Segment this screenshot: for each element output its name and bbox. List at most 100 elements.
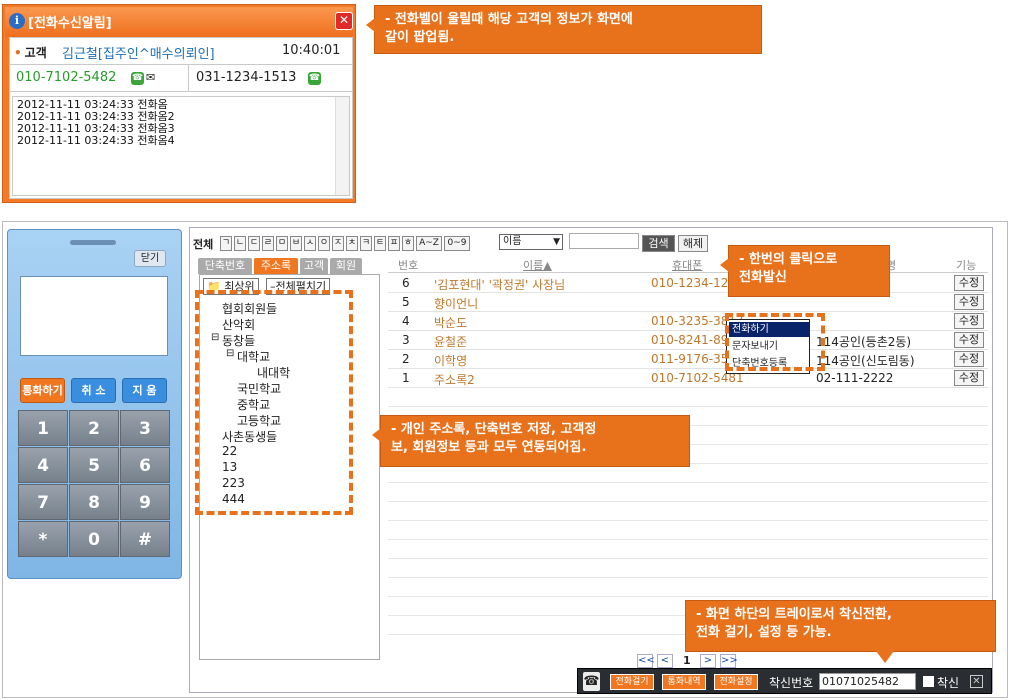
- table-row[interactable]: 4 박순도 010-3235-3817 수정: [388, 312, 988, 331]
- tab-address-book[interactable]: 주소록: [254, 258, 298, 274]
- empty-row: [388, 483, 988, 502]
- keypad: 1 2 3 4 5 6 7 8 9 * 0 #: [18, 410, 170, 557]
- tab-speed-dial[interactable]: 단축번호: [198, 258, 252, 274]
- speaker: [70, 240, 116, 245]
- edit-button[interactable]: 수정: [954, 351, 984, 367]
- consonant-button[interactable]: ㅈ: [332, 236, 344, 251]
- consonant-button[interactable]: ㅋ: [360, 236, 372, 251]
- first-page-button[interactable]: <<: [637, 654, 655, 668]
- consonant-button[interactable]: ㅌ: [374, 236, 386, 251]
- consonant-button[interactable]: ㄴ: [234, 236, 246, 251]
- consonant-button[interactable]: ㅍ: [388, 236, 400, 251]
- table-row[interactable]: 5 향이언니 수정: [388, 293, 988, 312]
- office-number[interactable]: 031-1234-1513: [196, 70, 296, 85]
- close-icon[interactable]: ✕: [970, 675, 983, 688]
- consonant-button[interactable]: ㄹ: [262, 236, 274, 251]
- info-icon: i: [9, 13, 25, 29]
- key-3[interactable]: 3: [120, 410, 170, 446]
- customer-name[interactable]: 김근철[집주인^매수의뢰인]: [62, 43, 215, 62]
- consonant-button[interactable]: ㅁ: [276, 236, 288, 251]
- reset-button[interactable]: 해제: [678, 235, 708, 252]
- empty-row: [388, 559, 988, 578]
- edit-button[interactable]: 수정: [954, 332, 984, 348]
- table-row[interactable]: 1 주소록2 010-7102-5481 02-111-2222 수정: [388, 369, 988, 388]
- key-6[interactable]: 6: [120, 447, 170, 483]
- cell-name: '김포현대' '곽정권' 사장님: [434, 278, 566, 292]
- filter-all[interactable]: 전체: [193, 236, 213, 252]
- key-0[interactable]: 0: [69, 521, 119, 557]
- callout-line: 보, 회원정보 등과 모두 연동되어짐.: [391, 440, 587, 455]
- consonant-button[interactable]: ㅅ: [304, 236, 316, 251]
- cell-no: 6: [402, 276, 410, 290]
- key-2[interactable]: 2: [69, 410, 119, 446]
- cell-no: 1: [402, 371, 410, 385]
- search-input[interactable]: [569, 233, 639, 249]
- callout-line: 전화 걸기, 설정 등 가능.: [696, 625, 832, 640]
- edit-button[interactable]: 수정: [954, 370, 984, 386]
- search-field-select[interactable]: 이름: [499, 234, 563, 250]
- phone-display: [20, 276, 168, 356]
- scrollbar[interactable]: [335, 97, 349, 195]
- call-icon[interactable]: ☎: [308, 72, 321, 85]
- key-1[interactable]: 1: [18, 410, 68, 446]
- consonant-button[interactable]: ㅎ: [402, 236, 414, 251]
- consonant-button[interactable]: ㅊ: [346, 236, 358, 251]
- key-5[interactable]: 5: [69, 447, 119, 483]
- key-hash[interactable]: #: [120, 521, 170, 557]
- cell-no: 3: [402, 333, 410, 347]
- edit-button[interactable]: 수정: [954, 275, 984, 291]
- forward-number-input[interactable]: 01071025482: [819, 673, 916, 690]
- key-4[interactable]: 4: [18, 447, 68, 483]
- delete-button[interactable]: 지 움: [122, 378, 167, 403]
- callout-line: - 개인 주소록, 단축번호 저장, 고객정: [391, 422, 597, 437]
- table-row[interactable]: 6 '김포현대' '곽정권' 사장님 010-1234-1234 수정: [388, 274, 988, 293]
- table-row[interactable]: 2 이학영 011-9176-3510 114공인(신도림동) 수정: [388, 350, 988, 369]
- history-button[interactable]: 통화내역: [662, 674, 706, 690]
- cell-name: 향이언니: [434, 297, 479, 311]
- call-time: 10:40:01: [282, 43, 341, 58]
- consonant-button[interactable]: ㅂ: [290, 236, 302, 251]
- cell-no: 5: [402, 295, 410, 309]
- consonant-button[interactable]: ㅇ: [318, 236, 330, 251]
- call-button[interactable]: 통화하기: [20, 378, 65, 403]
- call-notification-popup: i [전화수신알림] ✕ 고객 김근철[집주인^매수의뢰인] 10:40:01 …: [2, 4, 356, 203]
- settings-button[interactable]: 전화설정: [714, 674, 758, 690]
- tab-member[interactable]: 회원: [330, 258, 362, 274]
- consonant-button[interactable]: ㄷ: [248, 236, 260, 251]
- forward-checkbox[interactable]: [923, 676, 934, 687]
- mobile-number[interactable]: 010-7102-5482: [16, 70, 116, 85]
- cancel-button[interactable]: 취 소: [71, 378, 116, 403]
- call-button[interactable]: 전화걸기: [610, 674, 654, 690]
- cell-name: 박순도: [434, 316, 468, 330]
- consonant-button[interactable]: A~Z: [416, 236, 442, 251]
- log-line: 2012-11-11 03:24:33 전화옴4: [17, 134, 175, 147]
- search-button[interactable]: 검색: [642, 235, 675, 252]
- tab-customer[interactable]: 고객: [300, 258, 328, 274]
- key-9[interactable]: 9: [120, 484, 170, 520]
- callout-click: - 한번의 클릭으로 전화발신: [720, 245, 890, 297]
- last-page-button[interactable]: >>: [720, 654, 738, 668]
- sms-icon[interactable]: ✉: [146, 71, 155, 84]
- next-page-button[interactable]: >: [700, 654, 716, 668]
- prev-page-button[interactable]: <: [657, 654, 673, 668]
- key-star[interactable]: *: [18, 521, 68, 557]
- key-7[interactable]: 7: [18, 484, 68, 520]
- consonant-button[interactable]: ㄱ: [220, 236, 232, 251]
- empty-row: [388, 578, 988, 597]
- callout-popup: - 전화벨이 울릴때 해당 고객의 정보가 화면에 같이 팝업됨.: [366, 5, 762, 54]
- col-mobile[interactable]: 휴대폰: [672, 257, 702, 273]
- call-icon[interactable]: ☎: [131, 72, 144, 85]
- close-button[interactable]: 닫기: [134, 250, 166, 267]
- edit-button[interactable]: 수정: [954, 313, 984, 329]
- tray-bar: ☎ 전화걸기 통화내역 전화설정 착신번호 01071025482 착신 ✕: [577, 668, 992, 694]
- key-8[interactable]: 8: [69, 484, 119, 520]
- popup-body: 고객 김근철[집주인^매수의뢰인] 10:40:01 010-7102-5482…: [9, 37, 353, 199]
- edit-button[interactable]: 수정: [954, 294, 984, 310]
- empty-row: [388, 521, 988, 540]
- table-row[interactable]: 3 윤철준 010-8241-8949 114공인(등촌2동) 수정: [388, 331, 988, 350]
- phone-icon[interactable]: ☎: [583, 672, 600, 691]
- callout-line: 같이 팝업됨.: [385, 30, 455, 45]
- consonant-button[interactable]: 0~9: [444, 236, 470, 251]
- col-name[interactable]: 이름▲: [523, 257, 552, 273]
- close-icon[interactable]: ✕: [335, 12, 353, 30]
